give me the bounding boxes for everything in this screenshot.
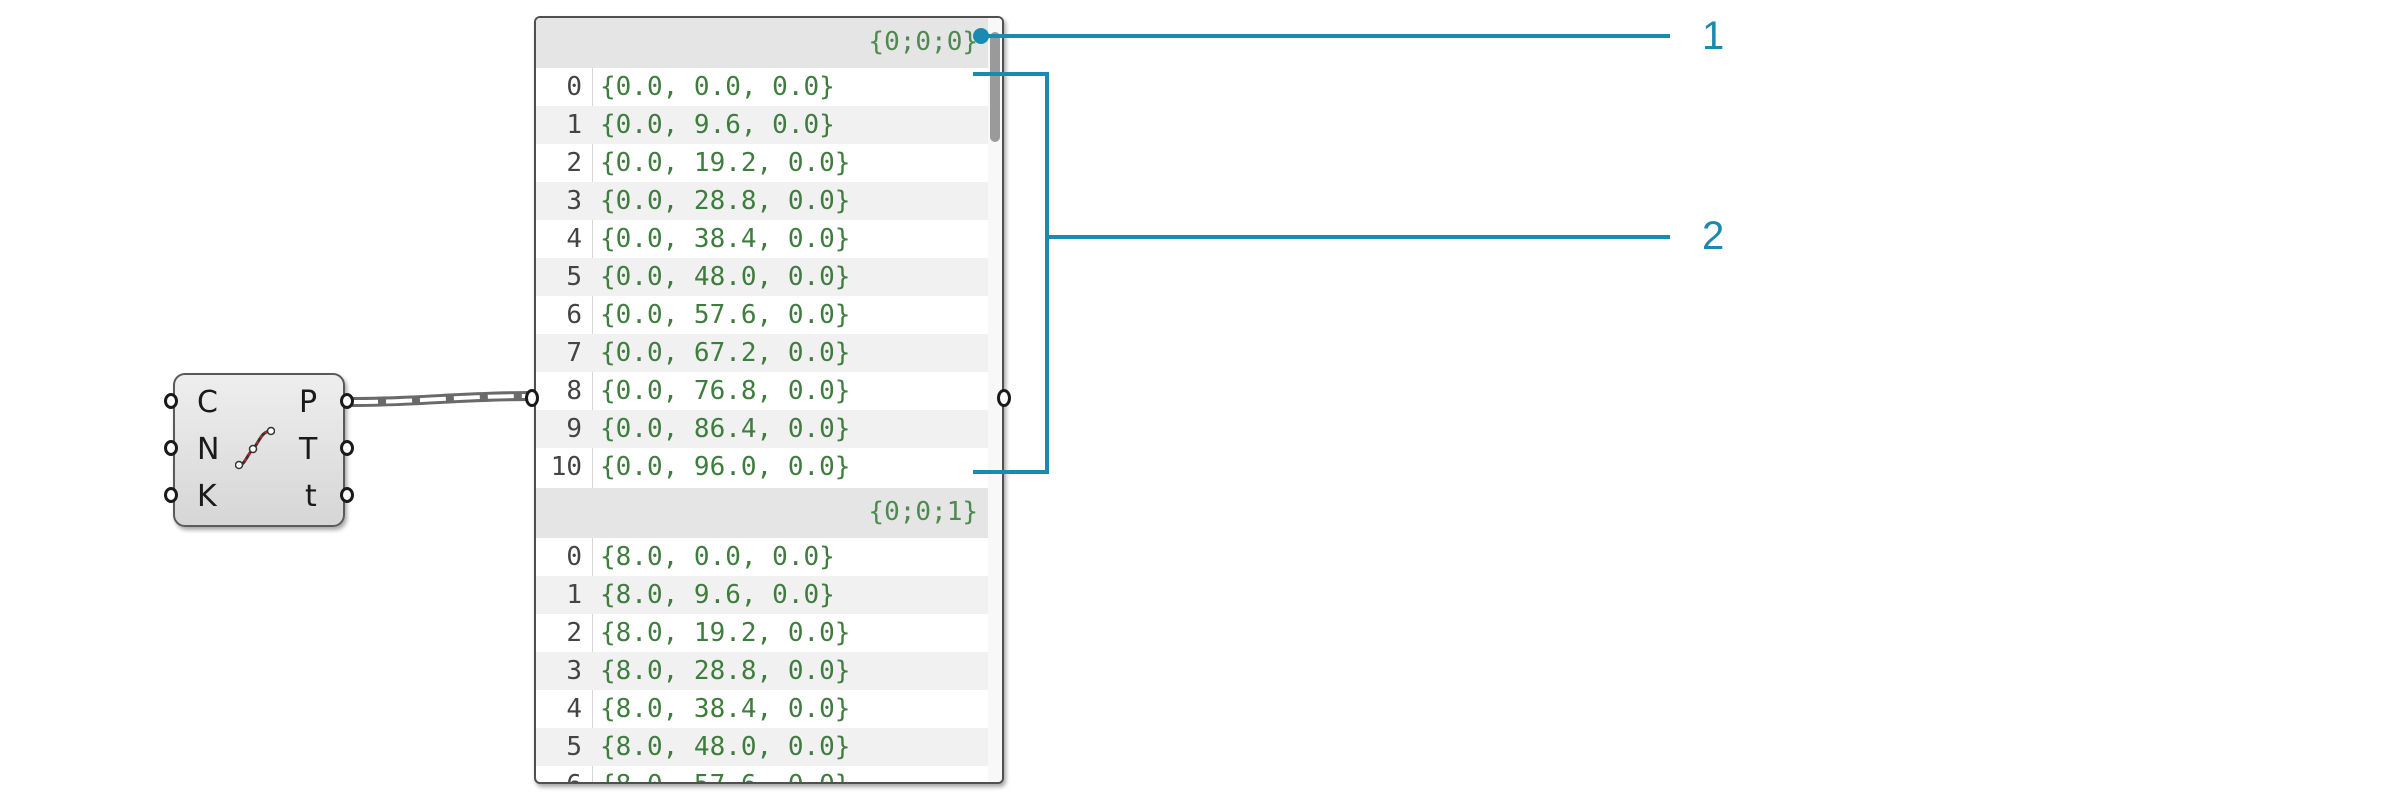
- callout-lines: [973, 28, 1670, 474]
- callout-label-2: 2: [1702, 214, 1725, 258]
- canvas: C N K P T t {0;0;0} 0 {0.0, 0.0, 0.0} 1 …: [0, 0, 2400, 811]
- callout-label-1: 1: [1702, 14, 1725, 58]
